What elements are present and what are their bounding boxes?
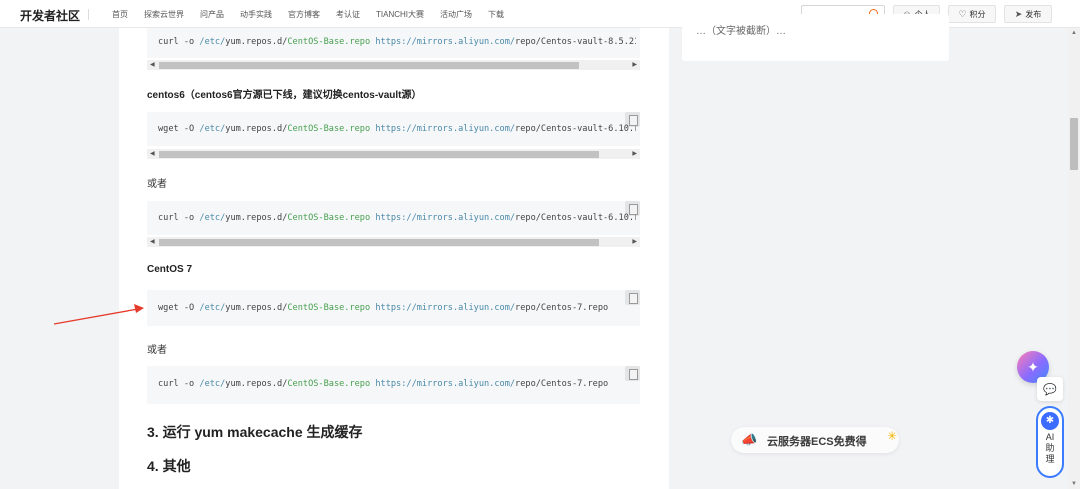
paragraph-centos6: centos6（centos6官方源已下线，建议切换centos-vault源） bbox=[147, 90, 422, 101]
code-line: curl -o /etc/yum.repos.d/CentOS-Base.rep… bbox=[158, 379, 609, 389]
code-scrollbar[interactable]: ◀ ▶ bbox=[147, 149, 640, 159]
scroll-thumb[interactable] bbox=[159, 151, 599, 158]
nav-item-labs[interactable]: 动手实践 bbox=[240, 9, 272, 20]
scroll-left-icon[interactable]: ◀ bbox=[150, 238, 155, 245]
scroll-left-icon[interactable]: ◀ bbox=[150, 150, 155, 157]
main-menu: 首页 探索云世界 问产品 动手实践 官方博客 考认证 TIANCHI大赛 活动广… bbox=[112, 9, 520, 20]
nav-item-explore[interactable]: 探索云世界 bbox=[144, 9, 184, 20]
scroll-right-icon[interactable]: ▶ bbox=[632, 61, 637, 68]
sidebar-card: …（文字被截断）… bbox=[682, 14, 949, 61]
code-block: wget -O /etc/yum.repos.d/CentOS-Base.rep… bbox=[147, 112, 640, 146]
chat-icon: 💬 bbox=[1043, 383, 1057, 396]
paragraph-or: 或者 bbox=[147, 179, 167, 190]
code-block: curl -o /etc/yum.repos.d/CentOS-Base.rep… bbox=[147, 28, 640, 58]
scroll-right-icon[interactable]: ▶ bbox=[632, 150, 637, 157]
code-block: curl -o /etc/yum.repos.d/CentOS-Base.rep… bbox=[147, 366, 640, 404]
code-scrollbar[interactable]: ◀ ▶ bbox=[147, 237, 640, 247]
code-line: curl -o /etc/yum.repos.d/CentOS-Base.rep… bbox=[158, 213, 636, 223]
ecs-promo-banner[interactable]: 📣 云服务器ECS免费得 ✳ bbox=[731, 427, 899, 453]
code-block: curl -o /etc/yum.repos.d/CentOS-Base.rep… bbox=[147, 201, 640, 235]
code-scrollbar[interactable]: ◀ ▶ bbox=[147, 60, 640, 70]
paragraph-centos7: CentOS 7 bbox=[147, 264, 193, 275]
sidebar-snippet: …（文字被截断）… bbox=[696, 26, 786, 37]
scroll-thumb[interactable] bbox=[159, 62, 579, 69]
scroll-down-icon[interactable]: ▼ bbox=[1071, 481, 1077, 487]
code-line: wget -O /etc/yum.repos.d/CentOS-Base.rep… bbox=[158, 124, 636, 134]
points-button[interactable]: ♡ 积分 bbox=[948, 5, 996, 23]
sparkle-icon: ✳ bbox=[886, 429, 897, 443]
feedback-button[interactable]: 💬 bbox=[1037, 377, 1063, 401]
page-scrollbar[interactable]: ▲ ▼ bbox=[1068, 28, 1080, 489]
annotation-arrow-icon bbox=[53, 304, 144, 325]
points-label: 积分 bbox=[969, 9, 986, 19]
publish-label: 发布 bbox=[1025, 9, 1042, 19]
code-line: curl -o /etc/yum.repos.d/CentOS-Base.rep… bbox=[158, 37, 636, 47]
sparkle-icon: ✦ bbox=[1027, 358, 1039, 375]
megaphone-icon: 📣 bbox=[741, 432, 758, 447]
heading-makecache: 3. 运行 yum makecache 生成缓存 bbox=[147, 424, 363, 440]
nav-item-blog[interactable]: 官方博客 bbox=[288, 9, 320, 20]
nav-item-certification[interactable]: 考认证 bbox=[336, 9, 360, 20]
ai-assistant-label: AI 助理 bbox=[1045, 432, 1055, 464]
nav-item-download[interactable]: 下载 bbox=[488, 9, 504, 20]
page-scroll-thumb[interactable] bbox=[1070, 118, 1078, 170]
heading-other: 4. 其他 bbox=[147, 458, 191, 474]
send-icon: ➤ bbox=[1014, 8, 1023, 19]
scroll-up-icon[interactable]: ▲ bbox=[1071, 30, 1077, 36]
ai-robot-icon: ✱ bbox=[1041, 412, 1059, 430]
ai-assistant-button[interactable]: ✱ AI 助理 bbox=[1036, 406, 1064, 478]
nav-item-products[interactable]: 问产品 bbox=[200, 9, 224, 20]
code-line: wget -O /etc/yum.repos.d/CentOS-Base.rep… bbox=[158, 303, 609, 313]
paragraph-or: 或者 bbox=[147, 345, 167, 356]
site-brand[interactable]: 开发者社区 bbox=[20, 7, 80, 24]
heart-icon: ♡ bbox=[958, 8, 967, 19]
scroll-left-icon[interactable]: ◀ bbox=[150, 61, 155, 68]
nav-divider bbox=[88, 9, 89, 20]
promo-label: 云服务器ECS免费得 bbox=[767, 436, 867, 448]
publish-button[interactable]: ➤ 发布 bbox=[1004, 5, 1052, 23]
nav-item-tianchi[interactable]: TIANCHI大赛 bbox=[376, 9, 424, 20]
nav-item-home[interactable]: 首页 bbox=[112, 9, 128, 20]
code-block: wget -O /etc/yum.repos.d/CentOS-Base.rep… bbox=[147, 290, 640, 326]
scroll-thumb[interactable] bbox=[159, 239, 599, 246]
nav-item-events[interactable]: 活动广场 bbox=[440, 9, 472, 20]
scroll-right-icon[interactable]: ▶ bbox=[632, 238, 637, 245]
